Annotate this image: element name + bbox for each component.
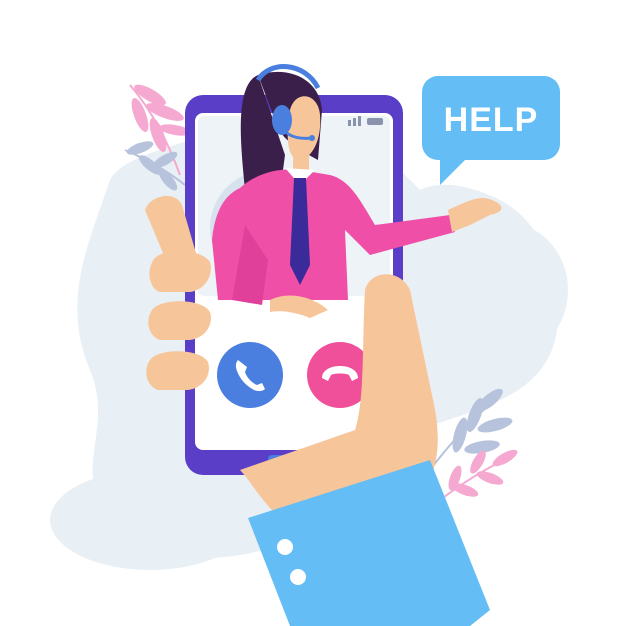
battery-icon — [367, 118, 383, 125]
help-speech-bubble: HELP — [422, 76, 560, 185]
sleeve-button — [290, 569, 306, 585]
signal-icon — [348, 120, 351, 126]
help-label: HELP — [444, 101, 539, 139]
sleeve-button — [277, 539, 293, 555]
accept-call-button[interactable] — [217, 342, 283, 408]
support-call-illustration: HELP — [50, 64, 568, 626]
